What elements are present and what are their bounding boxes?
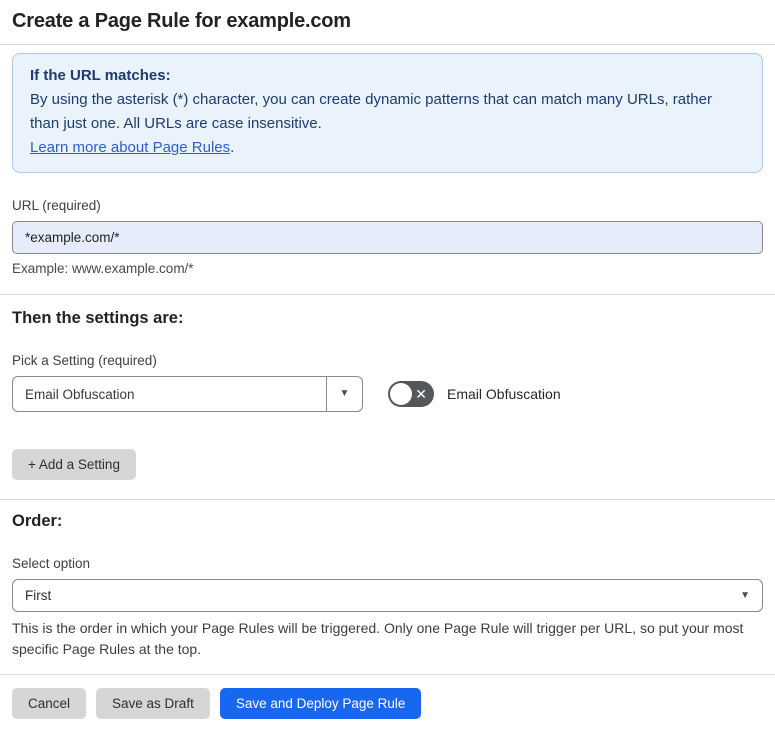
divider-above-footer xyxy=(0,674,775,675)
cancel-button[interactable]: Cancel xyxy=(12,688,87,719)
order-help-text: This is the order in which your Page Rul… xyxy=(12,620,744,657)
learn-more-link[interactable]: Learn more about Page Rules xyxy=(30,139,230,156)
page-rule-form: Create a Page Rule for example.com If th… xyxy=(0,0,775,735)
setting-picker-arrow-box[interactable]: ▼ xyxy=(326,377,362,411)
setting-picker-value: Email Obfuscation xyxy=(25,386,135,402)
link-period: . xyxy=(230,139,235,156)
url-match-info-box: If the URL matches: By using the asteris… xyxy=(12,53,763,173)
setting-picker-dropdown[interactable]: Email Obfuscation ▼ xyxy=(12,376,363,412)
url-input[interactable] xyxy=(12,221,763,254)
chevron-down-icon: ▼ xyxy=(740,589,750,601)
footer-button-row: Cancel Save as Draft Save and Deploy Pag… xyxy=(12,688,763,719)
save-as-draft-button[interactable]: Save as Draft xyxy=(96,688,210,719)
chevron-down-icon: ▼ xyxy=(339,388,350,399)
order-select-dropdown[interactable]: First ▼ xyxy=(12,579,763,612)
setting-picker-label: Pick a Setting (required) xyxy=(12,353,157,368)
settings-section-heading: Then the settings are: xyxy=(12,309,184,327)
url-example-text: Example: www.example.com/* xyxy=(12,261,194,276)
toggle-knob xyxy=(390,383,412,405)
order-select-label: Select option xyxy=(12,556,91,571)
add-setting-button[interactable]: + Add a Setting xyxy=(12,449,136,480)
divider-under-url xyxy=(0,294,775,295)
divider-under-settings xyxy=(0,499,775,500)
info-box-heading: If the URL matches: xyxy=(30,67,171,84)
toggle-label: Email Obfuscation xyxy=(447,386,561,402)
setting-row: Email Obfuscation ▼ ✕ Email Obfuscation xyxy=(12,376,763,412)
order-select-value: First xyxy=(25,588,52,603)
page-title: Create a Page Rule for example.com xyxy=(12,10,351,32)
order-section-heading: Order: xyxy=(12,512,63,530)
save-and-deploy-button[interactable]: Save and Deploy Page Rule xyxy=(219,688,422,719)
divider-under-title xyxy=(0,44,775,45)
url-field-label: URL (required) xyxy=(12,198,101,213)
email-obfuscation-toggle-group: ✕ Email Obfuscation xyxy=(388,381,561,407)
info-box-body-text: By using the asterisk (*) character, you… xyxy=(30,91,712,132)
toggle-off-x-icon: ✕ xyxy=(415,386,427,402)
info-box-body: By using the asterisk (*) character, you… xyxy=(30,88,745,136)
info-box-link-line: Learn more about Page Rules. xyxy=(30,136,745,160)
email-obfuscation-toggle[interactable]: ✕ xyxy=(388,381,434,407)
